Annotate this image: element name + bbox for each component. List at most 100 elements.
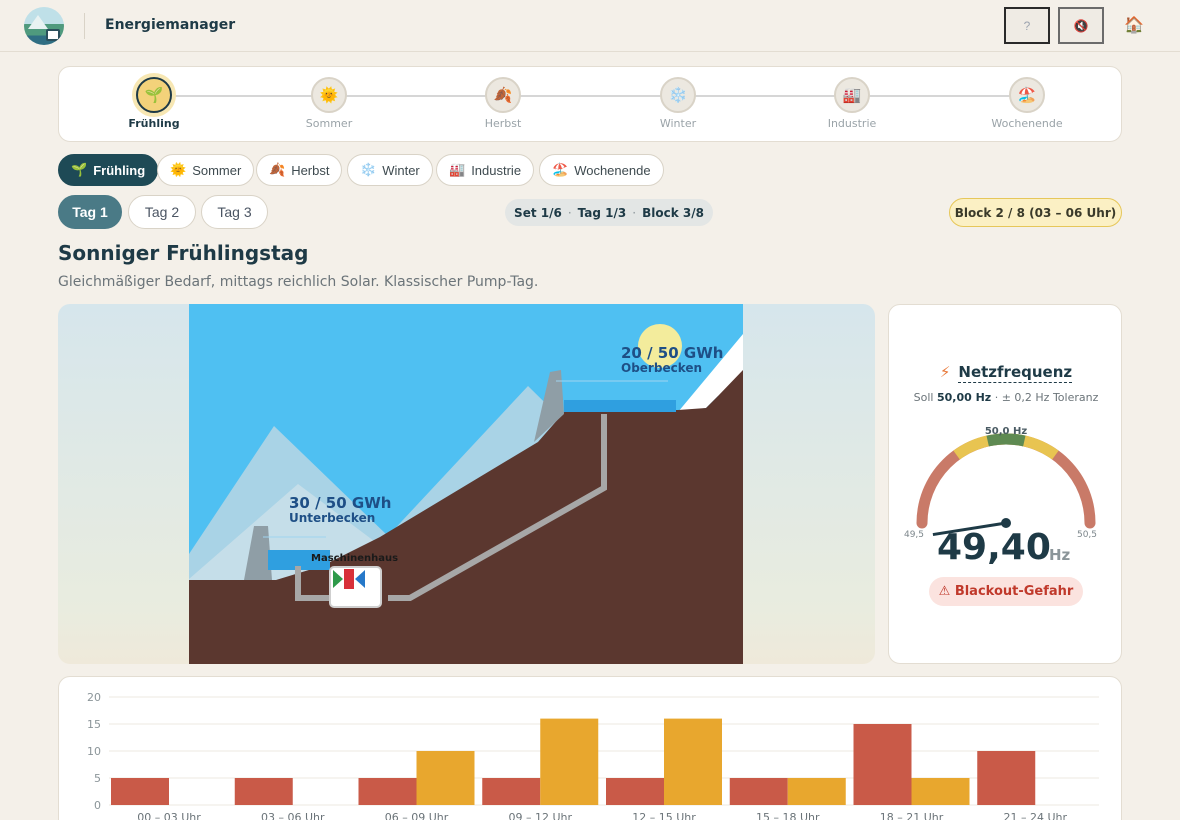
- x-tick-label: 12 – 15 Uhr: [632, 811, 696, 820]
- pill-label: Wochenende: [574, 162, 651, 178]
- step-label: Frühling: [128, 117, 180, 130]
- x-tick-label: 00 – 03 Uhr: [137, 811, 201, 820]
- gauge-center-label: 50,0 Hz: [985, 426, 1028, 437]
- day-tab-2[interactable]: Tag 2: [128, 195, 196, 229]
- x-tick-label: 03 – 06 Uhr: [261, 811, 325, 820]
- bar: [911, 778, 970, 805]
- leaf-icon: 🍂: [269, 162, 286, 177]
- pill-label: Frühling: [93, 162, 146, 178]
- upper-reservoir-label: 20 / 50 GWh Oberbecken: [621, 344, 724, 375]
- snowflake-icon: ❄️: [660, 77, 696, 113]
- step-winter[interactable]: ❄️ Winter: [618, 77, 738, 130]
- pill-fruehling[interactable]: 🌱 Frühling: [58, 154, 159, 186]
- lower-reservoir-label: 30 / 50 GWh Unterbecken: [289, 494, 392, 525]
- step-fruehling[interactable]: 🌱 Frühling: [94, 77, 214, 130]
- turbine-control[interactable]: [329, 566, 382, 608]
- beach-icon: 🏖️: [1009, 77, 1045, 113]
- pill-label: Herbst: [291, 162, 330, 178]
- y-tick-label: 20: [87, 691, 101, 704]
- bar: [234, 778, 293, 805]
- gauge-target-arc: [986, 433, 1026, 447]
- upper-reservoir-water: [564, 400, 676, 412]
- blackout-warning-badge: ⚠ Blackout-Gefahr: [929, 577, 1083, 606]
- season-stepper: 🌱 Frühling 🌞 Sommer 🍂 Herbst ❄️ Winter 🏭…: [58, 66, 1122, 142]
- gauge-min-label: 49,5: [904, 530, 924, 540]
- x-tick-label: 06 – 09 Uhr: [385, 811, 449, 820]
- bar: [729, 778, 788, 805]
- step-sommer[interactable]: 🌞 Sommer: [269, 77, 389, 130]
- bar: [482, 778, 541, 805]
- sun-icon: 🌞: [170, 162, 187, 177]
- progress-set: Set 1/6: [514, 205, 562, 220]
- top-bar: Energiemanager ? 🔇 🏠: [0, 0, 1180, 52]
- bar: [853, 724, 912, 805]
- y-tick-label: 15: [87, 718, 101, 731]
- gauge-max-label: 50,5: [1077, 530, 1097, 540]
- frequency-gauge: 50,0 Hz 49,5 50,5: [904, 426, 1097, 540]
- pill-sommer[interactable]: 🌞 Sommer: [157, 154, 255, 186]
- day-tab-1[interactable]: Tag 1: [58, 195, 122, 229]
- step-wochenende[interactable]: 🏖️ Wochenende: [967, 77, 1087, 130]
- x-tick-label: 15 – 18 Uhr: [756, 811, 820, 820]
- x-tick-label: 18 – 21 Uhr: [880, 811, 944, 820]
- factory-icon: 🏭: [834, 77, 870, 113]
- frequency-unit: Hz: [1049, 546, 1071, 564]
- bar: [358, 778, 417, 805]
- frequency-target: Soll 50,00 Hz · ± 0,2 Hz Toleranz: [913, 391, 1099, 404]
- step-herbst[interactable]: 🍂 Herbst: [443, 77, 563, 130]
- gauge-danger-arc: [916, 433, 1096, 529]
- x-tick-label: 09 – 12 Uhr: [508, 811, 572, 820]
- pump-turbine-icon: [333, 569, 365, 589]
- step-label: Industrie: [827, 117, 877, 130]
- factory-icon: 🏭: [449, 162, 466, 177]
- bar: [787, 778, 846, 805]
- help-button[interactable]: ?: [1004, 7, 1050, 44]
- bar: [416, 751, 475, 805]
- pill-winter[interactable]: ❄️ Winter: [347, 154, 433, 186]
- step-label: Winter: [659, 117, 697, 130]
- pill-label: Winter: [382, 162, 420, 178]
- sun-icon: 🌞: [311, 77, 347, 113]
- bar: [111, 778, 169, 805]
- powerhouse-label: Maschinenhaus: [311, 553, 399, 564]
- frequency-value: 49,40: [937, 527, 1051, 568]
- energy-bar-chart: 0 5 10 15 20 00 – 03 Uhr 03 – 06 Uhr 06 – 09 Uh…: [87, 691, 1099, 820]
- progress-indicator: Set 1/6 · Tag 1/3 · Block 3/8: [505, 199, 713, 226]
- scene-illustration: [189, 304, 743, 664]
- bar: [540, 718, 599, 805]
- progress-day: Tag 1/3: [577, 205, 627, 220]
- scenario-title: Sonniger Frühlingstag: [58, 241, 309, 265]
- mute-button[interactable]: 🔇: [1058, 7, 1104, 44]
- sprout-icon: 🌱: [71, 162, 88, 177]
- pill-wochenende[interactable]: 🏖️ Wochenende: [539, 154, 664, 186]
- frequency-header: ⚡ Netzfrequenz: [889, 363, 1123, 383]
- x-tick-label: 21 – 24 Uhr: [1003, 811, 1067, 820]
- step-label: Herbst: [484, 117, 522, 130]
- app-logo: [24, 7, 64, 45]
- pill-industrie[interactable]: 🏭 Industrie: [436, 154, 535, 186]
- pumped-storage-scene: 20 / 50 GWh Oberbecken 30 / 50 GWh Unter…: [58, 304, 875, 664]
- scenario-description: Gleichmäßiger Bedarf, mittags reichlich …: [58, 274, 539, 290]
- bolt-icon: ⚡: [939, 363, 951, 381]
- frequency-card: ⚡ Netzfrequenz Soll 50,00 Hz · ± 0,2 Hz T…: [888, 304, 1122, 664]
- step-label: Sommer: [305, 117, 353, 130]
- header-divider: [84, 13, 85, 39]
- y-tick-label: 5: [94, 772, 101, 785]
- y-tick-label: 10: [87, 745, 101, 758]
- home-icon[interactable]: 🏠: [1124, 15, 1144, 34]
- block-badge: Block 2 / 8 (03 – 06 Uhr): [949, 198, 1122, 227]
- pill-label: Industrie: [471, 162, 522, 178]
- step-industrie[interactable]: 🏭 Industrie: [792, 77, 912, 130]
- day-tab-3[interactable]: Tag 3: [201, 195, 268, 229]
- beach-icon: 🏖️: [552, 162, 569, 177]
- leaf-icon: 🍂: [485, 77, 521, 113]
- snowflake-icon: ❄️: [360, 162, 377, 177]
- progress-block: Block 3/8: [642, 205, 704, 220]
- bar: [606, 778, 664, 805]
- pill-label: Sommer: [192, 162, 242, 178]
- y-tick-label: 0: [94, 799, 101, 812]
- bar: [977, 751, 1036, 805]
- pill-herbst[interactable]: 🍂 Herbst: [256, 154, 343, 186]
- frequency-title[interactable]: Netzfrequenz: [958, 363, 1073, 383]
- sprout-icon: 🌱: [136, 77, 172, 113]
